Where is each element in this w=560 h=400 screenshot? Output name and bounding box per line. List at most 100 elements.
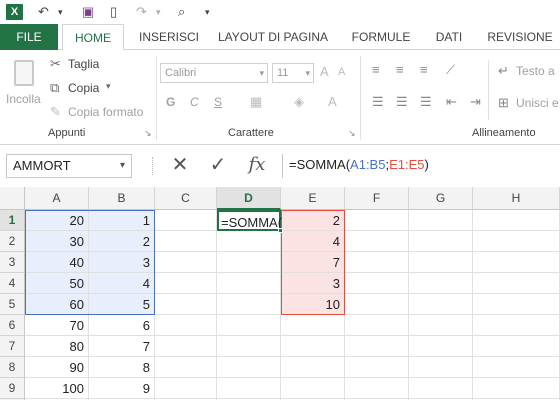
- cell-b1[interactable]: 1: [89, 210, 155, 231]
- cell-f9[interactable]: [345, 378, 409, 399]
- cell-c3[interactable]: [155, 252, 217, 273]
- cell-f4[interactable]: [345, 273, 409, 294]
- orientation-icon[interactable]: ⟋: [446, 62, 455, 78]
- font-color-icon[interactable]: A: [328, 94, 337, 109]
- underline-button[interactable]: S: [214, 95, 222, 109]
- cell-h8[interactable]: [473, 357, 560, 378]
- cell-g3[interactable]: [409, 252, 473, 273]
- cell-e3[interactable]: 7: [281, 252, 345, 273]
- tab-insert[interactable]: INSERISCI: [136, 24, 202, 50]
- save-icon[interactable]: ▣: [82, 4, 94, 20]
- cell-d8[interactable]: [217, 357, 281, 378]
- cell-f6[interactable]: [345, 315, 409, 336]
- cell-e1[interactable]: 2: [281, 210, 345, 231]
- format-painter-button[interactable]: Copia formato: [68, 105, 143, 119]
- cell-a7[interactable]: 80: [25, 336, 89, 357]
- print-preview-icon[interactable]: ⌕: [178, 4, 185, 20]
- cell-b3[interactable]: 3: [89, 252, 155, 273]
- select-all-corner[interactable]: [0, 187, 25, 210]
- cell-g6[interactable]: [409, 315, 473, 336]
- column-header-e[interactable]: E: [281, 187, 345, 210]
- grow-font-icon[interactable]: A: [320, 64, 329, 79]
- insert-function-icon[interactable]: fx: [242, 154, 272, 178]
- cell-d3[interactable]: [217, 252, 281, 273]
- cell-h2[interactable]: [473, 231, 560, 252]
- cell-a6[interactable]: 70: [25, 315, 89, 336]
- cell-b2[interactable]: 2: [89, 231, 155, 252]
- column-header-f[interactable]: F: [345, 187, 409, 210]
- clipboard-launcher-icon[interactable]: ↘: [144, 128, 152, 139]
- enter-icon[interactable]: ✓: [204, 154, 232, 178]
- row-header-8[interactable]: 8: [0, 357, 25, 378]
- row-header-5[interactable]: 5: [0, 294, 25, 315]
- cell-g8[interactable]: [409, 357, 473, 378]
- tab-file[interactable]: FILE: [0, 24, 58, 50]
- font-launcher-icon[interactable]: ↘: [348, 128, 356, 139]
- copy-button[interactable]: Copia: [68, 81, 99, 95]
- cell-a4[interactable]: 50: [25, 273, 89, 294]
- tab-data[interactable]: DATI: [426, 24, 472, 50]
- cell-b7[interactable]: 7: [89, 336, 155, 357]
- cell-b9[interactable]: 9: [89, 378, 155, 399]
- cancel-icon[interactable]: ✕: [166, 154, 194, 178]
- name-box[interactable]: AMMORT ▾: [6, 154, 132, 178]
- column-header-h[interactable]: H: [473, 187, 560, 210]
- new-document-icon[interactable]: ▯: [110, 4, 117, 20]
- cut-button[interactable]: Taglia: [68, 57, 99, 71]
- tab-review[interactable]: REVISIONE: [480, 24, 560, 50]
- cell-g4[interactable]: [409, 273, 473, 294]
- align-left-icon[interactable]: ☰: [372, 94, 384, 110]
- cell-f5[interactable]: [345, 294, 409, 315]
- cell-e6[interactable]: [281, 315, 345, 336]
- increase-indent-icon[interactable]: ⇥: [470, 94, 481, 110]
- cell-d5[interactable]: [217, 294, 281, 315]
- cell-f3[interactable]: [345, 252, 409, 273]
- cell-f8[interactable]: [345, 357, 409, 378]
- cell-c7[interactable]: [155, 336, 217, 357]
- cell-h1[interactable]: [473, 210, 560, 231]
- redo-icon[interactable]: ↷: [136, 4, 147, 20]
- fill-color-icon[interactable]: ◈: [294, 94, 304, 110]
- align-right-icon[interactable]: ☰: [420, 94, 432, 110]
- row-header-2[interactable]: 2: [0, 231, 25, 252]
- align-bottom-icon[interactable]: ≡: [420, 62, 428, 77]
- worksheet-grid[interactable]: A B C D E F G H 1 20 1 =SOMMA(2 2 30 2 4 3 40 3 7 4 50 4 3 5 60 5 1…: [0, 187, 560, 400]
- cell-e9[interactable]: [281, 378, 345, 399]
- cell-b6[interactable]: 6: [89, 315, 155, 336]
- borders-icon[interactable]: ▦: [250, 94, 262, 110]
- cell-a2[interactable]: 30: [25, 231, 89, 252]
- cell-b4[interactable]: 4: [89, 273, 155, 294]
- cell-b8[interactable]: 8: [89, 357, 155, 378]
- italic-button[interactable]: C: [190, 95, 199, 109]
- fill-handle[interactable]: [278, 228, 283, 233]
- font-name-select[interactable]: Calibri ▾: [160, 63, 268, 83]
- copy-dropdown-icon[interactable]: ▾: [106, 81, 111, 92]
- tab-formulas[interactable]: FORMULE: [344, 24, 418, 50]
- paste-button[interactable]: Incolla: [4, 56, 44, 122]
- cell-e8[interactable]: [281, 357, 345, 378]
- cell-d6[interactable]: [217, 315, 281, 336]
- formula-input[interactable]: =SOMMA(A1:B5;E1:E5): [282, 154, 560, 178]
- font-size-select[interactable]: 11 ▾: [272, 63, 314, 83]
- row-header-9[interactable]: 9: [0, 378, 25, 399]
- cell-c5[interactable]: [155, 294, 217, 315]
- row-header-4[interactable]: 4: [0, 273, 25, 294]
- wrap-text-button[interactable]: Testo a: [516, 64, 555, 78]
- cell-c1[interactable]: [155, 210, 217, 231]
- cell-g7[interactable]: [409, 336, 473, 357]
- cell-e2[interactable]: 4: [281, 231, 345, 252]
- decrease-indent-icon[interactable]: ⇤: [446, 94, 457, 110]
- tab-home[interactable]: HOME: [62, 24, 124, 51]
- cell-f7[interactable]: [345, 336, 409, 357]
- column-header-b[interactable]: B: [89, 187, 155, 210]
- bold-button[interactable]: G: [166, 95, 175, 109]
- cell-e4[interactable]: 3: [281, 273, 345, 294]
- cell-g9[interactable]: [409, 378, 473, 399]
- cell-h3[interactable]: [473, 252, 560, 273]
- cell-h6[interactable]: [473, 315, 560, 336]
- cell-c2[interactable]: [155, 231, 217, 252]
- cell-h5[interactable]: [473, 294, 560, 315]
- tab-page-layout[interactable]: LAYOUT DI PAGINA: [210, 24, 336, 50]
- undo-icon[interactable]: ↶: [38, 4, 49, 20]
- cell-c8[interactable]: [155, 357, 217, 378]
